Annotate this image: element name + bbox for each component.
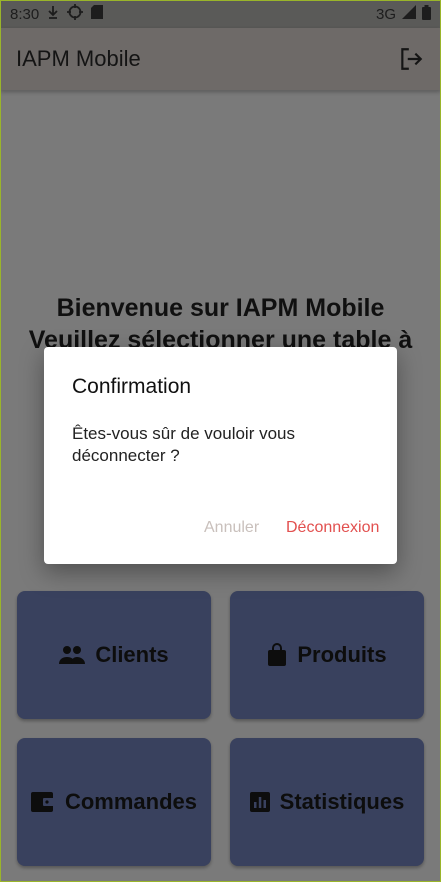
app-bar: IAPM Mobile <box>0 28 441 90</box>
dialog-title: Confirmation <box>72 375 192 398</box>
download-icon <box>47 5 59 23</box>
logout-icon[interactable] <box>397 45 425 73</box>
status-time: 8:30 <box>10 5 40 23</box>
app-title: IAPM Mobile <box>16 46 141 71</box>
cancel-button[interactable]: Annuler <box>204 519 259 537</box>
dialog-message: Êtes-vous sûr de vouloir vous déconnecte… <box>72 424 295 465</box>
status-bar: 8:30 3G <box>0 0 441 28</box>
network-type: 3G <box>375 5 396 23</box>
sd-card-icon <box>91 5 104 23</box>
battery-icon <box>422 4 431 24</box>
confirm-logout-button[interactable]: Déconnexion <box>286 519 379 537</box>
signal-icon <box>402 5 416 23</box>
logout-confirmation-dialog: Confirmation Êtes-vous sûr de vouloir vo… <box>44 347 397 564</box>
crosshair-icon <box>67 4 84 24</box>
